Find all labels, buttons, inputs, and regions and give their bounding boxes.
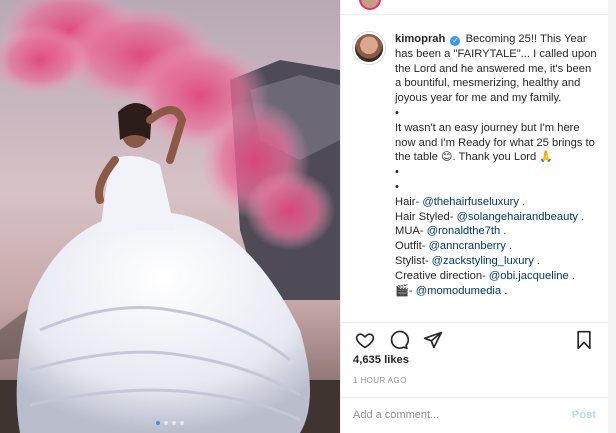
credit-line: Hair Styled- @solangehairandbeauty .: [395, 210, 598, 225]
credit-line: Hair- @thehairfuseluxury .: [395, 195, 598, 210]
post-card: kimoprah ✓ Becoming 25!! This Year has b…: [0, 0, 608, 433]
verified-icon: ✓: [450, 36, 461, 46]
mention-link[interactable]: @momodumedia: [416, 285, 501, 297]
page-scrollbar[interactable]: [608, 0, 616, 433]
carousel-dot[interactable]: [156, 421, 160, 425]
credit-suffix: .: [500, 225, 507, 238]
credit-line: 🎬- @momodumedia .: [395, 284, 598, 299]
post-sidebar: kimoprah ✓ Becoming 25!! This Year has b…: [340, 0, 608, 433]
username-link[interactable]: kimoprah: [395, 33, 445, 45]
divider: [341, 14, 608, 15]
credit-label: Outfit-: [395, 240, 429, 253]
like-button[interactable]: [353, 329, 377, 351]
credit-suffix: .: [501, 284, 508, 297]
post-timestamp[interactable]: 1 HOUR AGO: [353, 376, 407, 385]
mention-link[interactable]: @zackstyling_luxury: [432, 255, 534, 267]
mention-link[interactable]: @anncranberry: [429, 240, 506, 252]
like-count[interactable]: 4,635 likes: [353, 354, 409, 366]
caption-scroll[interactable]: kimoprah ✓ Becoming 25!! This Year has b…: [341, 20, 608, 323]
caption: kimoprah ✓ Becoming 25!! This Year has b…: [353, 32, 598, 298]
comment-input[interactable]: [353, 409, 572, 421]
header-avatar[interactable]: [359, 0, 381, 10]
credit-suffix: .: [568, 269, 575, 282]
share-button[interactable]: [421, 329, 445, 351]
divider: [341, 397, 608, 398]
mention-link[interactable]: @obi.jacqueline: [489, 270, 569, 282]
caption-dot: •: [395, 106, 399, 119]
smile-emoji: 😊: [441, 151, 453, 164]
carousel-dot[interactable]: [172, 421, 176, 425]
divider: [341, 322, 608, 323]
credit-line: Stylist- @zackstyling_luxury .: [395, 254, 598, 269]
carousel-dot[interactable]: [164, 421, 168, 425]
credit-label: Stylist-: [395, 254, 432, 267]
credit-suffix: .: [578, 210, 585, 223]
credit-line: MUA- @ronaldthe7th .: [395, 224, 598, 239]
bookmark-icon: [577, 330, 591, 350]
credit-label: 🎬-: [395, 284, 416, 297]
mention-link[interactable]: @solangehairandbeauty: [457, 211, 578, 223]
comment-form: Post: [353, 405, 596, 425]
comment-icon: [390, 330, 409, 350]
credit-suffix: .: [518, 195, 526, 208]
mention-link[interactable]: @ronaldthe7th: [427, 225, 501, 237]
credit-label: Creative direction-: [395, 269, 489, 282]
credit-suffix: .: [533, 254, 541, 267]
caption-dot: •: [395, 166, 399, 179]
carousel-dot[interactable]: [180, 421, 184, 425]
credit-label: Hair Styled-: [395, 210, 457, 223]
mention-link[interactable]: @thehairfuseluxury: [422, 196, 519, 208]
carousel-dots: [0, 421, 340, 425]
post-image[interactable]: [0, 0, 340, 433]
post-photo: [0, 0, 340, 433]
heart-icon: [355, 333, 375, 349]
comment-button[interactable]: [387, 329, 411, 351]
credit-label: Hair-: [395, 195, 423, 208]
caption-text: kimoprah ✓ Becoming 25!! This Year has b…: [395, 32, 598, 298]
credit-label: MUA-: [395, 225, 427, 238]
save-button[interactable]: [572, 329, 596, 351]
caption-dot: •: [395, 180, 399, 193]
credit-line: Outfit- @anncranberry .: [395, 239, 598, 254]
post-comment-button[interactable]: Post: [572, 409, 596, 421]
action-bar: [353, 328, 596, 352]
avatar[interactable]: [353, 32, 385, 64]
credit-suffix: .: [505, 240, 513, 253]
caption-thanks: . Thank you Lord: [452, 151, 537, 164]
share-icon: [423, 331, 443, 349]
pray-emoji: 🙏: [539, 151, 554, 164]
credit-line: Creative direction- @obi.jacqueline .: [395, 269, 598, 284]
